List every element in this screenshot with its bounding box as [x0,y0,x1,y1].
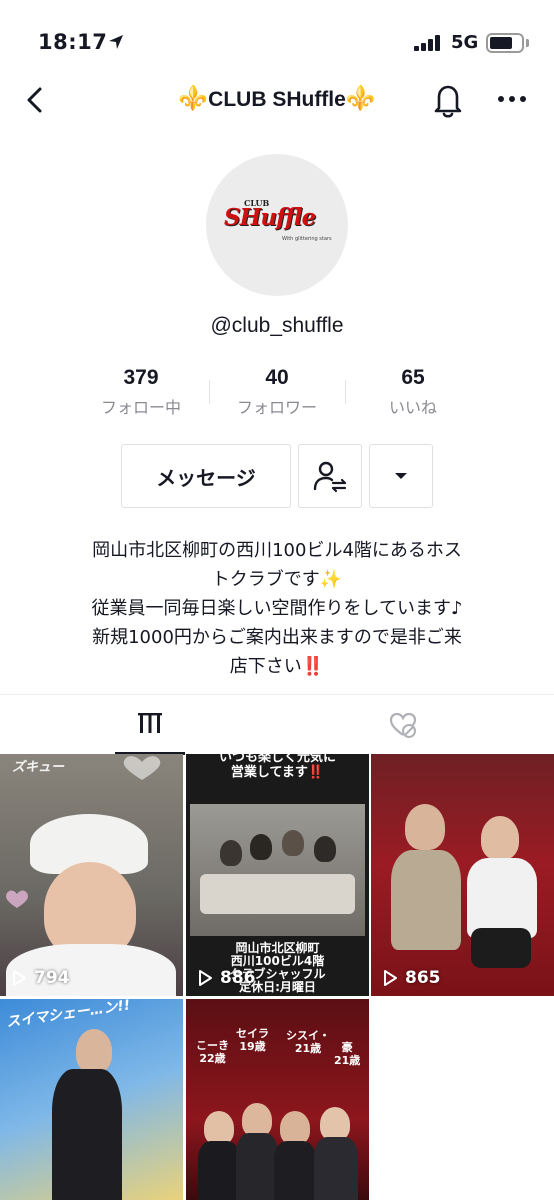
black-pants [471,928,531,968]
heart-lock-icon [389,712,417,738]
user-swap-icon [313,461,347,493]
bio-line: トクラブです✨ [211,569,343,590]
view-count-value: 886 [220,968,256,988]
video-overlay-text: ズキュー [12,760,65,775]
avatar[interactable]: CLUB SHuffle With glittering stars [206,154,348,296]
video-tile[interactable]: ズキュー 794 [0,754,183,996]
video-grid: ズキュー 794 いつも楽しく元気に 営業してます‼️ 岡山市北区柳町 西川10… [0,754,554,1200]
video-tile[interactable]: こーき 22歳 セイラ 19歳 シスイ・ 21歳 豪 21歳 [186,999,369,1200]
stat-label: フォロワー [236,398,317,417]
stat-value: 65 [401,366,425,389]
status-time: 18:17 [38,30,108,54]
dropdown-button[interactable] [369,444,433,508]
video-tile[interactable]: いつも楽しく元気に 営業してます‼️ 岡山市北区柳町 西川100ビル4階 クラブ… [186,754,369,996]
tab-videos[interactable] [115,695,185,755]
cast-name: セイラ 19歳 [236,1027,269,1053]
stat-value: 40 [265,366,289,389]
view-count-value: 865 [405,968,441,988]
logo-sub-text: With glittering stars [282,236,332,242]
play-outline-icon [199,970,212,986]
username: @club_shuffle [210,314,344,337]
view-count: 865 [381,968,441,988]
bio-line: 店下さい‼️ [229,656,325,677]
tab-liked[interactable] [368,695,438,755]
play-outline-icon [384,970,397,986]
face [405,804,445,850]
location-arrow-icon [109,35,123,49]
caret-down-icon [395,473,407,479]
stat-followers[interactable]: 40 フォロワー [207,366,347,418]
video-overlay-text: スイマシェー…ン!! [5,999,132,1031]
club-shuffle-logo: CLUB SHuffle With glittering stars [224,198,334,254]
battery-tip [526,39,529,47]
page-title-text: CLUB SHuffle [208,88,346,111]
video-tile[interactable]: 865 [371,754,554,996]
bell-icon [434,85,462,118]
profile-stats: 379 フォロー中 40 フォロワー 65 いいね [0,366,554,426]
heart-decoration-icon [6,890,28,908]
signal-icon [414,35,444,51]
friend-toggle-button[interactable] [298,444,362,508]
bio-line: 従業員一同毎日楽しい空間作りをしています♪ [91,598,463,619]
more-dots-icon [498,96,526,102]
message-button[interactable]: メッセージ [121,444,291,508]
cast-name: こーき 22歳 [196,1039,229,1065]
group-photo [190,804,365,936]
stat-following[interactable]: 379 フォロー中 [71,366,211,418]
cast-name: 豪 21歳 [334,1041,361,1067]
bio-line: 新規1000円からご案内出来ますので是非ご来 [92,627,462,648]
logo-main-text: SHuffle [224,204,316,231]
profile-bio: 岡山市北区柳町の西川100ビル4階にあるホス トクラブです✨ 従業員一同毎日楽し… [40,536,514,681]
stat-label: フォロー中 [100,398,181,417]
stat-value: 379 [123,366,159,389]
fleur-de-lis-icon: ⚜️ [345,85,376,112]
notification-button[interactable] [430,80,466,120]
stat-likes[interactable]: 65 いいね [343,366,483,418]
black-suit [52,1069,122,1200]
nav-bar: ⚜️CLUB SHuffle⚜️ [0,70,554,130]
bio-line: 岡山市北区柳町の西川100ビル4階にあるホス [92,540,462,561]
face [76,1029,112,1073]
view-count: 794 [10,968,70,988]
white-tshirt [467,858,537,938]
status-bar: 18:17 5G [0,0,554,70]
play-outline-icon [13,970,26,986]
view-count: 886 [196,968,256,988]
grid-lines-icon [138,712,162,733]
jacket [391,850,461,950]
view-count-value: 794 [34,968,70,988]
content-tabs [0,694,554,755]
stat-label: いいね [388,398,437,417]
battery-icon [486,33,524,53]
heart-decoration-icon [123,756,161,780]
more-options-button[interactable] [494,84,530,114]
network-type: 5G [451,32,479,53]
page-title: ⚜️CLUB SHuffle⚜️ [0,84,554,113]
face [481,816,519,860]
video-tile[interactable]: スイマシェー…ン!! [0,999,183,1200]
cast-name: シスイ・ 21歳 [286,1029,330,1055]
fleur-de-lis-icon: ⚜️ [178,85,209,112]
video-overlay-text: いつも楽しく元気に 営業してます‼️ [218,754,336,780]
